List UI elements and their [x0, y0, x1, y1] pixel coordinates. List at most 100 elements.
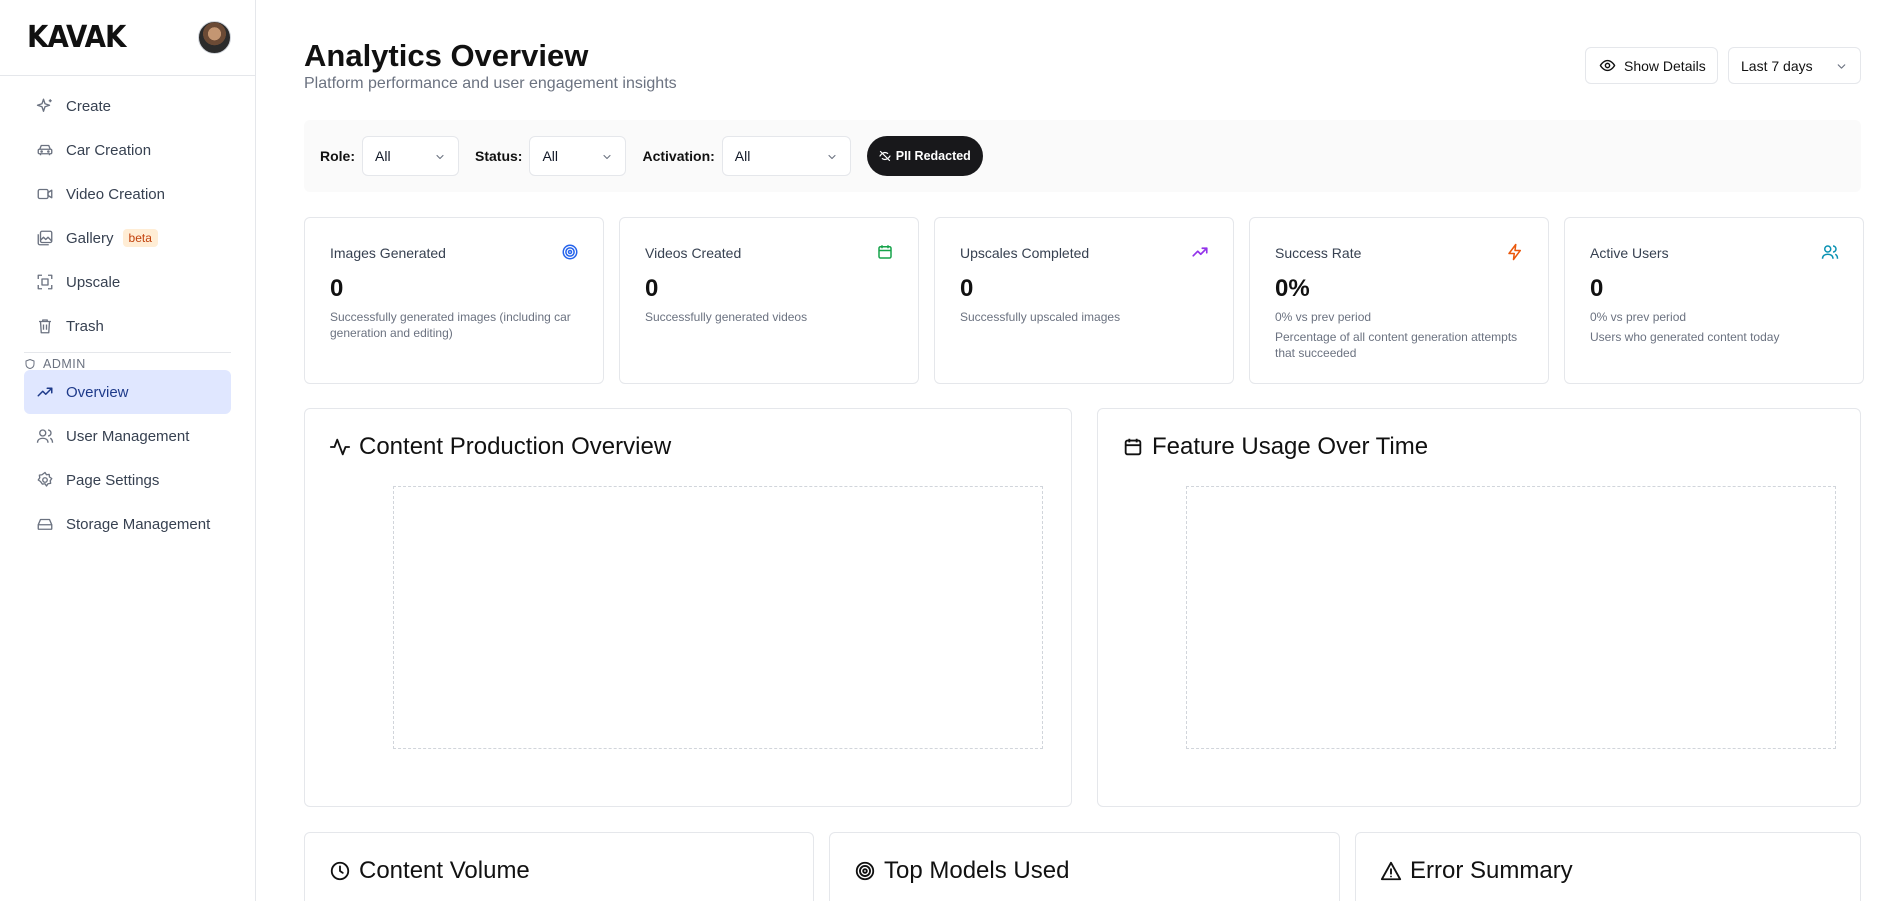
shield-icon [25, 358, 35, 369]
top-models-panel: Top Models Used [829, 832, 1340, 901]
admin-label: ADMIN [43, 356, 86, 371]
sparkles-icon [36, 97, 54, 115]
page-subtitle: Platform performance and user engagement… [304, 75, 677, 92]
video-icon [36, 185, 54, 203]
role-filter-select[interactable]: All [362, 136, 459, 176]
sidebar-item-label: User Management [66, 427, 190, 445]
panel-title: Content Volume [329, 857, 530, 885]
eye-off-icon [879, 150, 891, 162]
chevron-down-icon [603, 154, 612, 160]
stat-value: 0 [1590, 275, 1604, 302]
feature-usage-title: Feature Usage Over Time [1152, 433, 1429, 460]
activation-filter-label: Activation: [642, 148, 715, 164]
activation-filter-value: All [734, 148, 751, 164]
activation-filter-select[interactable]: All [721, 136, 851, 176]
target-icon [855, 861, 875, 881]
sidebar-item-label: Video Creation [66, 185, 165, 203]
panel-title: Content Production Overview [329, 433, 671, 461]
kavak-logo[interactable]: KAVAK [27, 20, 126, 55]
feature-usage-chart-area [1186, 486, 1836, 749]
error-summary-panel: Error Summary [1355, 832, 1861, 901]
calendar-icon [1124, 438, 1142, 456]
sidebar-item-upscale[interactable]: Upscale [24, 260, 231, 304]
stat-title: Upscales Completed [960, 245, 1090, 261]
chevron-down-icon [436, 154, 444, 160]
sidebar-item-video-creation[interactable]: Video Creation [24, 172, 231, 216]
stat-description: 0% vs prev period Users who generated co… [1590, 309, 1840, 345]
stat-title: Success Rate [1275, 245, 1362, 261]
trending-up-icon [36, 383, 54, 401]
stat-title: Active Users [1590, 245, 1669, 261]
stat-description-text: Percentage of all content generation att… [1275, 330, 1518, 360]
page-title: Analytics Overview [304, 38, 589, 73]
stat-value: 0 [960, 275, 974, 302]
status-filter-select[interactable]: All [529, 136, 627, 176]
date-range-select[interactable]: Last 7 days [1728, 47, 1861, 84]
clock-icon [330, 861, 350, 881]
stat-change: 0% vs prev period [1590, 310, 1687, 324]
sidebar-item-car-creation[interactable]: Car Creation [24, 128, 231, 172]
sidebar-item-page-settings[interactable]: Page Settings [24, 458, 231, 502]
sidebar-item-trash[interactable]: Trash [24, 304, 231, 348]
sidebar-item-storage-management[interactable]: Storage Management [24, 502, 231, 546]
stat-description: Successfully generated images (including… [330, 310, 571, 340]
sidebar: KAVAK Create Car Creation Video Creation… [0, 0, 256, 901]
panel-title: Feature Usage Over Time [1122, 433, 1428, 461]
car-icon [36, 141, 54, 159]
stat-value: 0% [1275, 275, 1310, 302]
activity-icon [329, 438, 351, 456]
sidebar-item-create[interactable]: Create [24, 84, 231, 128]
main-content: Analytics Overview Platform performance … [256, 0, 1901, 901]
stat-description-text: Users who generated content today [1590, 330, 1780, 344]
stat-card-videos-created: Videos Created 0 Successfully generated … [619, 217, 919, 384]
sidebar-item-label: Storage Management [66, 515, 211, 533]
target-icon [562, 244, 578, 260]
upscale-icon [36, 273, 54, 291]
pii-redacted-label: PII Redacted [895, 149, 971, 163]
trash-icon [36, 317, 54, 335]
stat-card-upscales-completed: Upscales Completed 0 Successfully upscal… [934, 217, 1234, 384]
users-icon [1821, 245, 1839, 259]
stat-card-success-rate: Success Rate 0% 0% vs prev period Percen… [1249, 217, 1549, 384]
top-models-title: Top Models Used [884, 857, 1070, 884]
users-icon [36, 427, 54, 445]
status-filter-value: All [542, 148, 559, 164]
sidebar-item-user-management[interactable]: User Management [24, 414, 231, 458]
sidebar-item-gallery[interactable]: Gallery beta [24, 216, 231, 260]
content-production-title: Content Production Overview [359, 433, 672, 460]
chevron-down-icon [828, 154, 836, 160]
storage-icon [36, 515, 54, 533]
feature-usage-panel: Feature Usage Over Time [1097, 408, 1861, 807]
stat-change: 0% vs prev period [1275, 310, 1372, 324]
error-summary-title: Error Summary [1410, 857, 1573, 884]
trending-up-icon [1192, 247, 1208, 257]
role-filter-value: All [375, 148, 391, 164]
show-details-button[interactable]: Show Details [1585, 47, 1718, 84]
gear-icon [36, 471, 54, 489]
content-volume-title: Content Volume [359, 857, 530, 884]
content-production-panel: Content Production Overview [304, 408, 1072, 807]
show-details-label: Show Details [1624, 57, 1706, 74]
sidebar-item-label: Create [66, 97, 112, 115]
sidebar-item-label: Overview [66, 383, 129, 401]
sidebar-item-label: Upscale [66, 273, 121, 291]
stat-description: Successfully generated videos [645, 310, 808, 324]
content-production-chart-area [393, 486, 1043, 749]
sidebar-item-label: Page Settings [66, 471, 160, 489]
eye-icon [1599, 59, 1616, 72]
role-filter-label: Role: [320, 148, 355, 164]
sidebar-item-label: Car Creation [66, 141, 152, 159]
zap-icon [1508, 243, 1521, 261]
admin-section-header: ADMIN [24, 352, 231, 371]
sidebar-item-overview[interactable]: Overview [24, 370, 231, 414]
pii-redacted-toggle[interactable]: PII Redacted [866, 136, 983, 176]
calendar-icon [878, 245, 892, 259]
stat-card-active-users: Active Users 0 0% vs prev period Users w… [1564, 217, 1864, 384]
sidebar-item-label: Trash [66, 317, 104, 335]
avatar[interactable] [198, 21, 231, 54]
chevron-down-icon [1837, 64, 1846, 69]
brand-header: KAVAK [0, 0, 255, 76]
panel-title: Top Models Used [854, 857, 1069, 885]
sidebar-nav: Create Car Creation Video Creation Galle… [0, 76, 255, 546]
stat-value: 0 [330, 275, 344, 302]
